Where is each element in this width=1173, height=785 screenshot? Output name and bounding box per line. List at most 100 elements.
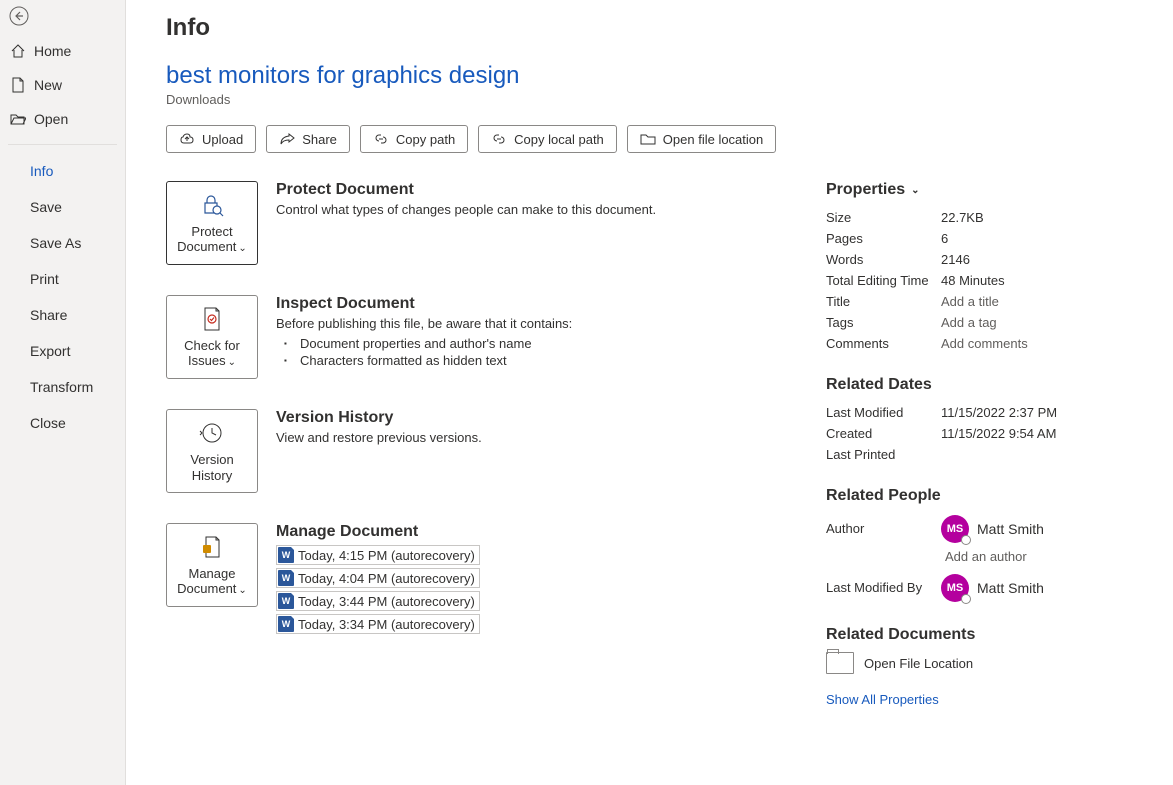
link-icon [373,131,389,147]
upload-icon [179,131,195,147]
add-author[interactable]: Add an author [941,549,1044,564]
link-label: Open File Location [864,656,973,671]
add-comments[interactable]: Add comments [941,336,1028,351]
chevron-down-icon: ⌄ [911,185,919,196]
section-desc: Control what types of changes people can… [276,202,656,217]
prop-label: Title [826,294,941,309]
recovery-list: WToday, 4:15 PM (autorecovery) WToday, 4… [276,545,480,634]
section-title: Inspect Document [276,295,572,313]
section-version: Version History Version History View and… [166,409,766,493]
open-file-location-link[interactable]: Open File Location [826,652,1133,674]
section-body: Protect Document Control what types of c… [276,181,656,265]
recovery-item[interactable]: WToday, 4:04 PM (autorecovery) [276,568,480,588]
author-row: Author MS Matt Smith Add an author [826,513,1133,566]
subnav-print[interactable]: Print [0,261,125,297]
btn-label: Protect Document⌄ [171,224,253,256]
section-inspect: Check for Issues⌄ Inspect Document Befor… [166,295,766,379]
nav-open[interactable]: Open [0,102,125,136]
modified-by-person[interactable]: MS Matt Smith [941,574,1044,602]
back-button[interactable] [4,6,34,26]
prop-label: Last Modified [826,405,941,420]
copy-local-path-button[interactable]: Copy local path [478,125,617,153]
section-desc: Before publishing this file, be aware th… [276,316,572,331]
prop-label: Total Editing Time [826,273,941,288]
show-all-properties-link[interactable]: Show All Properties [826,692,939,707]
subnav-save[interactable]: Save [0,189,125,225]
related-dates-header: Related Dates [826,376,1133,394]
chevron-down-icon: ⌄ [238,243,246,254]
recovery-item[interactable]: WToday, 3:44 PM (autorecovery) [276,591,480,611]
prop-label: Last Printed [826,447,941,462]
content-columns: Protect Document⌄ Protect Document Contr… [166,181,1133,707]
related-documents-header: Related Documents [826,626,1133,644]
subnav-close[interactable]: Close [0,405,125,441]
btn-label: Upload [202,132,243,147]
section-title: Version History [276,409,482,427]
nav-home[interactable]: Home [0,34,125,68]
subnav-transform[interactable]: Transform [0,369,125,405]
section-desc: View and restore previous versions. [276,430,482,445]
check-for-issues-button[interactable]: Check for Issues⌄ [166,295,258,379]
share-button[interactable]: Share [266,125,350,153]
subnav-info[interactable]: Info [0,153,125,189]
section-body: Inspect Document Before publishing this … [276,295,572,379]
new-doc-icon [10,77,26,93]
nav-label: Home [34,43,71,59]
nav-label: New [34,77,62,93]
prop-label: Size [826,210,941,225]
properties-header[interactable]: Properties ⌄ [826,181,1133,199]
word-doc-icon: W [278,570,294,586]
word-doc-icon: W [278,616,294,632]
person-name: Matt Smith [977,521,1044,537]
right-column: Properties ⌄ Size22.7KB Pages6 Words2146… [826,181,1133,707]
author-person[interactable]: MS Matt Smith [941,515,1044,543]
prop-label: Tags [826,315,941,330]
modified-by-row: Last Modified By MS Matt Smith [826,572,1133,604]
nav-divider [8,144,117,145]
inspect-doc-icon [198,305,226,333]
btn-label: Version History [171,452,253,483]
dates-table: Last Modified11/15/2022 2:37 PM Created1… [826,402,1133,465]
word-doc-icon: W [278,547,294,563]
manage-document-button[interactable]: Manage Document⌄ [166,523,258,607]
document-location: Downloads [166,92,1133,107]
left-column: Protect Document⌄ Protect Document Contr… [166,181,766,707]
upload-button[interactable]: Upload [166,125,256,153]
add-tag[interactable]: Add a tag [941,315,997,330]
section-body: Manage Document WToday, 4:15 PM (autorec… [276,523,480,634]
page-title: Info [166,14,1133,42]
issue-list: Document properties and author's name Ch… [276,335,572,369]
presence-indicator [961,535,971,545]
nav-new[interactable]: New [0,68,125,102]
action-row: Upload Share Copy path Copy local path O… [166,125,1133,153]
folder-open-icon [10,111,26,127]
add-title[interactable]: Add a title [941,294,999,309]
home-icon [10,43,26,59]
recovery-item[interactable]: WToday, 4:15 PM (autorecovery) [276,545,480,565]
issue-item: Characters formatted as hidden text [300,352,572,369]
prop-value: 48 Minutes [941,273,1005,288]
subnav-share[interactable]: Share [0,297,125,333]
avatar: MS [941,515,969,543]
btn-label: Open file location [663,132,763,147]
open-file-location-button[interactable]: Open file location [627,125,776,153]
section-manage: Manage Document⌄ Manage Document WToday,… [166,523,766,634]
prop-label: Created [826,426,941,441]
word-doc-icon: W [278,593,294,609]
version-history-button[interactable]: Version History [166,409,258,493]
protect-document-button[interactable]: Protect Document⌄ [166,181,258,265]
prop-value: 11/15/2022 2:37 PM [941,405,1057,420]
issue-item: Document properties and author's name [300,335,572,352]
prop-value: 6 [941,231,948,246]
properties-table: Size22.7KB Pages6 Words2146 Total Editin… [826,207,1133,354]
recovery-item[interactable]: WToday, 3:34 PM (autorecovery) [276,614,480,634]
doc-icon [198,533,226,561]
copy-path-button[interactable]: Copy path [360,125,468,153]
prop-label: Author [826,515,941,536]
btn-label: Manage Document⌄ [171,566,253,598]
prop-value: 22.7KB [941,210,984,225]
subnav-export[interactable]: Export [0,333,125,369]
history-icon [198,419,226,447]
document-title: best monitors for graphics design [166,62,1133,90]
subnav-save-as[interactable]: Save As [0,225,125,261]
